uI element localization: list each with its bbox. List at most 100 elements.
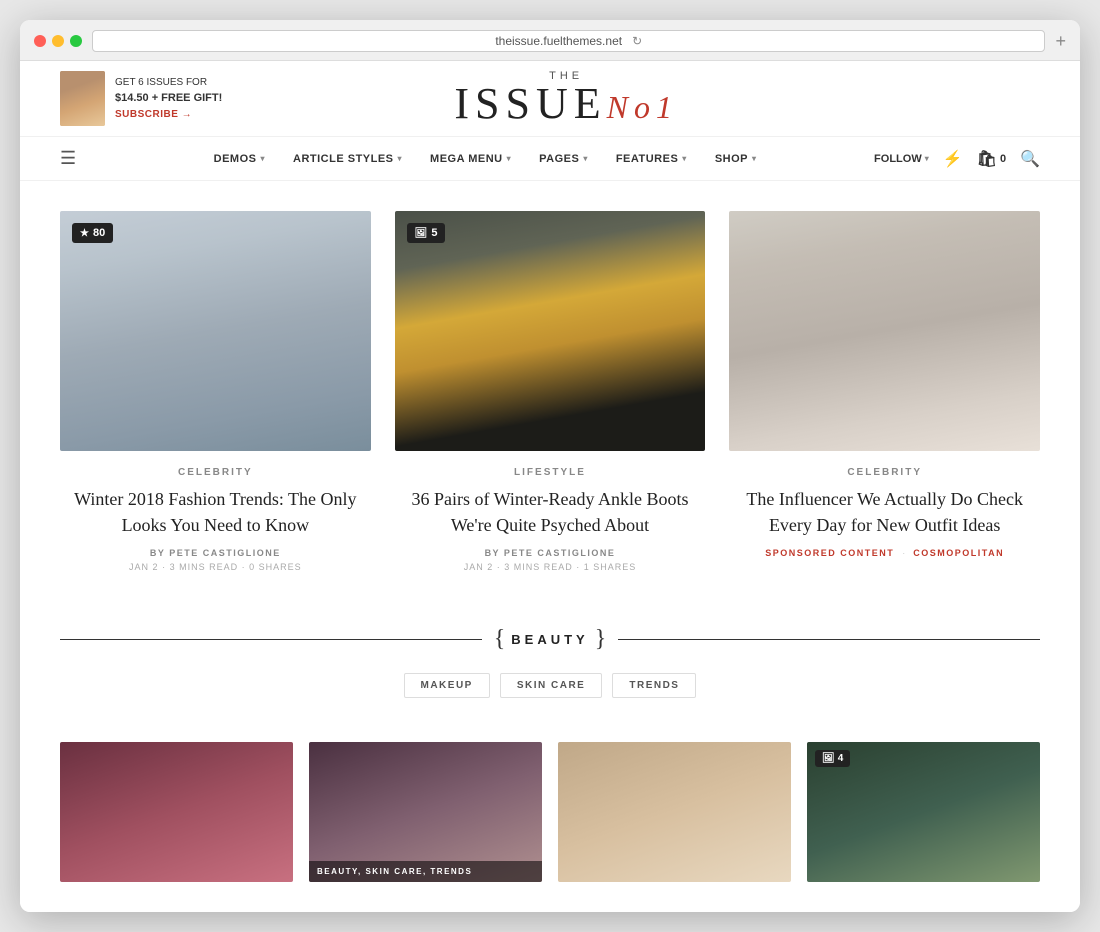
bottom-card-2[interactable]: BEAUTY, SKIN CARE, TRENDS — [309, 742, 542, 882]
article-shares-1: 0 SHARES — [249, 562, 302, 572]
article-image-1: ★ 80 — [60, 211, 371, 451]
promo-issues-label: GET 6 ISSUES FOR — [115, 75, 222, 90]
section-subtabs: MAKEUP SKIN CARE TRENDS — [60, 673, 1040, 698]
nav-label-demos: DEMOS — [214, 153, 257, 165]
cart-button[interactable]: 🛍 0 — [977, 149, 1006, 169]
chevron-down-icon: ▾ — [682, 154, 687, 163]
chevron-down-icon: ▾ — [583, 154, 588, 163]
address-bar[interactable]: theissue.fuelthemes.net ↻ — [92, 30, 1045, 52]
reload-button[interactable]: ↻ — [632, 34, 642, 48]
nav-label-pages: PAGES — [539, 153, 579, 165]
article-info-2: JAN 2 · 3 MINS READ · 1 SHARES — [403, 562, 698, 572]
bolt-icon[interactable]: ⚡ — [943, 149, 963, 169]
badge-count-2: 5 — [431, 227, 437, 239]
article-title-2: 36 Pairs of Winter-Ready Ankle Boots We'… — [403, 486, 698, 538]
beauty-section: { BEAUTY } MAKEUP SKIN CARE TRENDS — [20, 596, 1080, 742]
article-title-1: Winter 2018 Fashion Trends: The Only Loo… — [68, 486, 363, 538]
bottom-card-1[interactable] — [60, 742, 293, 882]
article-tag-sponsored[interactable]: SPONSORED CONTENT — [765, 548, 894, 558]
nav-links: DEMOS ▾ ARTICLE STYLES ▾ MEGA MENU ▾ PAG… — [96, 137, 874, 181]
article-category-2: LIFESTYLE — [403, 467, 698, 478]
subscribe-link[interactable]: SUBSCRIBE → — [115, 109, 192, 120]
promo-text: GET 6 ISSUES FOR $14.50 + FREE GIFT! SUB… — [115, 75, 222, 122]
bottom-badge-4: 🖼 4 — [815, 750, 850, 767]
promo-banner[interactable]: GET 6 ISSUES FOR $14.50 + FREE GIFT! SUB… — [60, 71, 222, 126]
promo-price: $14.50 + FREE GIFT! — [115, 92, 222, 104]
nav-label-features: FEATURES — [616, 153, 678, 165]
minimize-button[interactable] — [52, 35, 64, 47]
chevron-down-icon: ▾ — [925, 154, 929, 163]
nav-item-features[interactable]: FEATURES ▾ — [602, 137, 701, 181]
section-title-wrap: { BEAUTY } — [482, 626, 619, 653]
nav-label-article-styles: ARTICLE STYLES — [293, 153, 394, 165]
article-category-1: CELEBRITY — [68, 467, 363, 478]
brace-close: } — [595, 626, 607, 653]
article-card-1[interactable]: ★ 80 CELEBRITY Winter 2018 Fashion Trend… — [60, 211, 371, 576]
subtab-trends[interactable]: TRENDS — [612, 673, 696, 698]
articles-grid: ★ 80 CELEBRITY Winter 2018 Fashion Trend… — [60, 211, 1040, 576]
chevron-down-icon: ▾ — [752, 154, 757, 163]
bottom-card-3[interactable] — [558, 742, 791, 882]
search-icon[interactable]: 🔍 — [1020, 149, 1040, 169]
article-title-3: The Influencer We Actually Do Check Ever… — [737, 486, 1032, 538]
nav-right: FOLLOW ▾ ⚡ 🛍 0 🔍 — [874, 149, 1040, 169]
article-tag-cosmo[interactable]: COSMOPOLITAN — [913, 548, 1004, 558]
article-category-3: CELEBRITY — [737, 467, 1032, 478]
cart-icon: 🛍 — [977, 149, 997, 169]
browser-window: theissue.fuelthemes.net ↻ + GET 6 ISSUES… — [20, 20, 1080, 912]
top-bar: GET 6 ISSUES FOR $14.50 + FREE GIFT! SUB… — [20, 61, 1080, 137]
nav-label-mega-menu: MEGA MENU — [430, 153, 503, 165]
image-icon: 🖼 — [415, 228, 428, 239]
bottom-badge-count-4: 4 — [838, 753, 844, 764]
article-card-2[interactable]: 🖼 5 LIFESTYLE 36 Pairs of Winter-Ready A… — [395, 211, 706, 576]
articles-section: ★ 80 CELEBRITY Winter 2018 Fashion Trend… — [20, 181, 1080, 596]
image-icon: 🖼 — [822, 753, 835, 764]
brace-open: { — [494, 626, 506, 653]
article-image-3 — [729, 211, 1040, 451]
subtab-skincare[interactable]: SKIN CARE — [500, 673, 603, 698]
browser-chrome: theissue.fuelthemes.net ↻ + — [20, 20, 1080, 61]
star-icon: ★ — [80, 228, 89, 239]
article-card-3[interactable]: CELEBRITY The Influencer We Actually Do … — [729, 211, 1040, 576]
article-read-time-2: 3 MINS READ — [504, 562, 573, 572]
article-read-time-1: 3 MINS READ — [170, 562, 239, 572]
section-line-right — [618, 639, 1040, 640]
chevron-down-icon: ▾ — [398, 154, 403, 163]
article-shares-2: 1 SHARES — [584, 562, 637, 572]
article-author-1: BY PETE CASTIGLIONE — [68, 548, 363, 558]
hamburger-menu[interactable]: ☰ — [60, 148, 76, 169]
bottom-card-4[interactable]: 🖼 4 — [807, 742, 1040, 882]
nav-item-mega-menu[interactable]: MEGA MENU ▾ — [416, 137, 525, 181]
logo-main: ISSUENo1 — [454, 79, 678, 128]
nav-label-shop: SHOP — [715, 153, 748, 165]
new-tab-button[interactable]: + — [1055, 31, 1066, 52]
close-button[interactable] — [34, 35, 46, 47]
article-badge-1: ★ 80 — [72, 223, 113, 243]
article-info-1: JAN 2 · 3 MINS READ · 0 SHARES — [68, 562, 363, 572]
chevron-down-icon: ▾ — [507, 154, 512, 163]
article-meta-3: CELEBRITY The Influencer We Actually Do … — [729, 451, 1040, 562]
bottom-cards-grid: BEAUTY, SKIN CARE, TRENDS 🖼 4 — [20, 742, 1080, 912]
site-logo[interactable]: THE ISSUENo1 — [222, 71, 910, 126]
article-author-2: BY PETE CASTIGLIONE — [403, 548, 698, 558]
url-text: theissue.fuelthemes.net — [495, 34, 622, 48]
nav-item-article-styles[interactable]: ARTICLE STYLES ▾ — [279, 137, 416, 181]
logo-accent: No1 — [607, 89, 678, 125]
tag-separator: · — [902, 548, 905, 558]
section-line-left — [60, 639, 482, 640]
chevron-down-icon: ▾ — [261, 154, 266, 163]
traffic-lights — [34, 35, 82, 47]
cart-count: 0 — [1000, 153, 1006, 165]
article-meta-2: LIFESTYLE 36 Pairs of Winter-Ready Ankle… — [395, 451, 706, 576]
article-date-2: JAN 2 — [464, 562, 494, 572]
badge-count-1: 80 — [93, 227, 105, 239]
maximize-button[interactable] — [70, 35, 82, 47]
nav-item-shop[interactable]: SHOP ▾ — [701, 137, 771, 181]
subtab-makeup[interactable]: MAKEUP — [404, 673, 490, 698]
nav-item-demos[interactable]: DEMOS ▾ — [200, 137, 279, 181]
article-image-2: 🖼 5 — [395, 211, 706, 451]
nav-follow[interactable]: FOLLOW ▾ — [874, 153, 929, 165]
nav-item-pages[interactable]: PAGES ▾ — [525, 137, 602, 181]
article-meta-1: CELEBRITY Winter 2018 Fashion Trends: Th… — [60, 451, 371, 576]
section-title-beauty: BEAUTY — [511, 632, 588, 647]
